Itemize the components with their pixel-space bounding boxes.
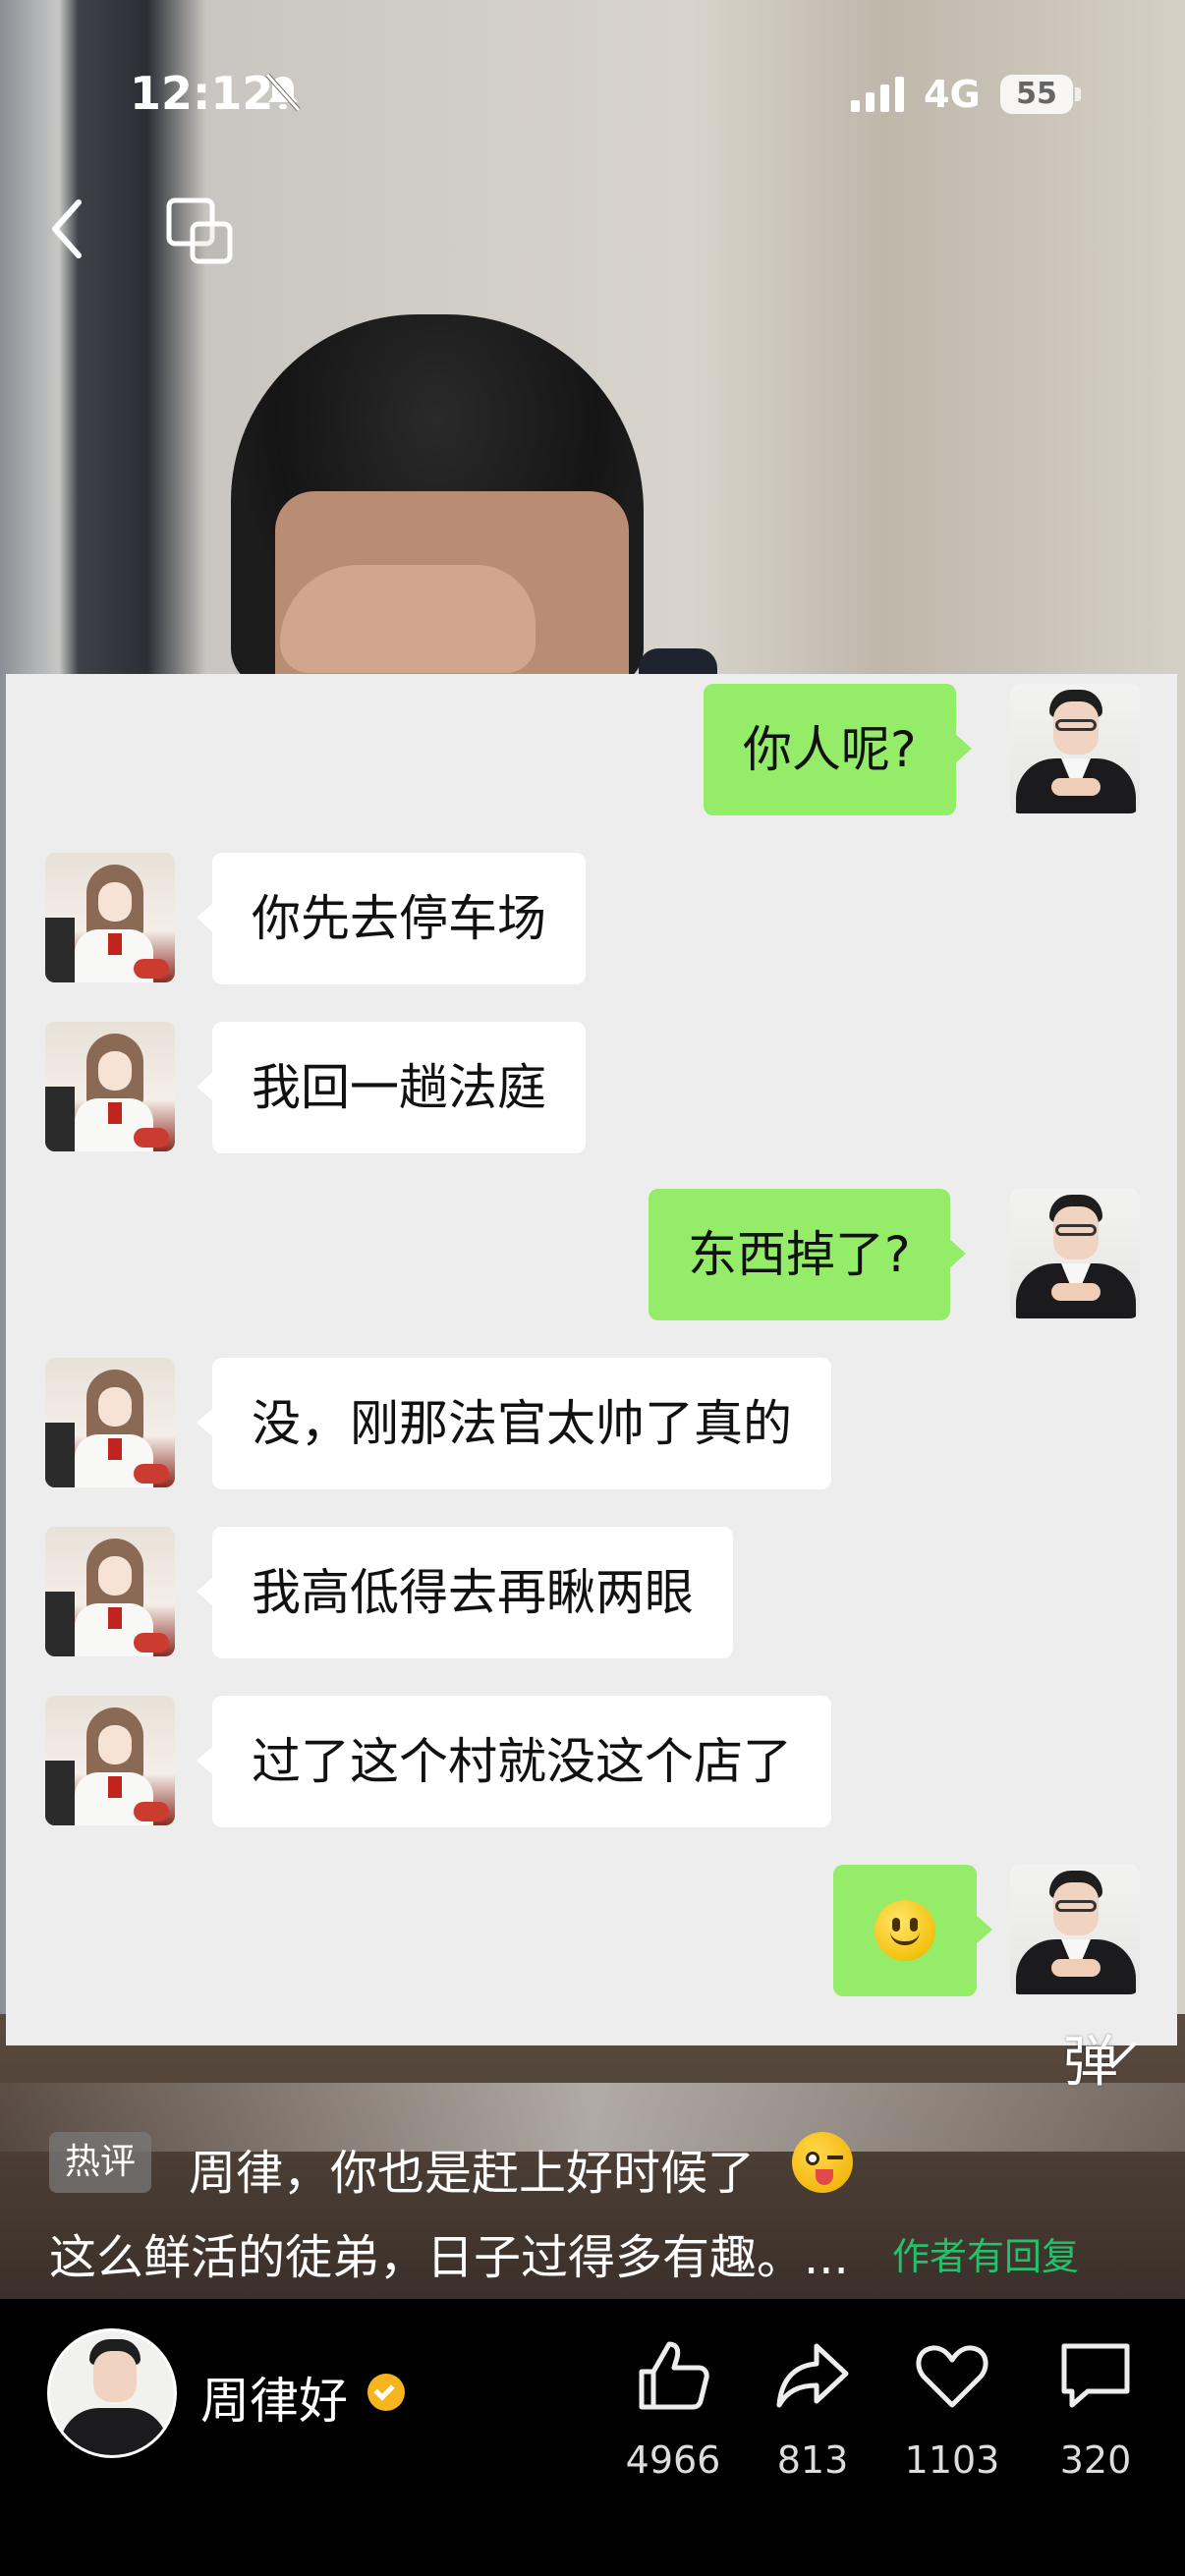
danmaku-label: 弹 bbox=[1063, 2031, 1118, 2095]
status-bar: 12:12 4G 55 bbox=[0, 59, 1185, 138]
receiver-avatar bbox=[45, 1696, 175, 1825]
comment-button[interactable]: 320 bbox=[1032, 2336, 1159, 2482]
status-time: 12:12 bbox=[130, 67, 274, 120]
network-type-label: 4G bbox=[924, 73, 981, 116]
receiver-avatar bbox=[45, 1022, 175, 1151]
signal-icon bbox=[851, 77, 904, 112]
sender-avatar bbox=[1010, 1189, 1140, 1318]
smiley-emoji-icon bbox=[875, 1899, 935, 1961]
chat-bubble-incoming: 没，刚那法官太帅了真的 bbox=[197, 1358, 831, 1489]
back-icon[interactable] bbox=[43, 195, 92, 263]
chat-bubble-outgoing: 东西掉了? bbox=[649, 1189, 966, 1320]
comment-count: 320 bbox=[1059, 2438, 1132, 2482]
author-name[interactable]: 周律好 bbox=[200, 2362, 348, 2433]
author-avatar[interactable] bbox=[47, 2328, 177, 2458]
hot-comment-text[interactable]: 周律，你也是赶上好时候了 bbox=[189, 2134, 755, 2203]
chat-bubble-outgoing bbox=[833, 1865, 992, 1996]
wink-tongue-emoji-icon bbox=[792, 2132, 853, 2193]
bottom-action-bar: 周律好 4966 813 1103 320 bbox=[0, 2299, 1185, 2576]
chat-screenshot-card: 你人呢? 你先去停车场 我回一趟法庭 东西掉了? 没，刚那法官太帅了真的 我高低… bbox=[6, 674, 1177, 2045]
floating-window-icon[interactable] bbox=[165, 196, 234, 265]
receiver-avatar bbox=[45, 1358, 175, 1487]
share-count: 813 bbox=[776, 2438, 849, 2482]
danmaku-toggle-button[interactable]: 弹 bbox=[1063, 2018, 1137, 2098]
battery-level: 55 bbox=[1016, 77, 1057, 111]
chat-bubble-incoming: 我高低得去再瞅两眼 bbox=[197, 1527, 733, 1658]
share-arrow-icon bbox=[776, 2343, 849, 2408]
like-button[interactable]: 4966 bbox=[609, 2336, 737, 2482]
receiver-avatar bbox=[45, 1527, 175, 1656]
battery-icon: 55 bbox=[1000, 75, 1081, 114]
verified-badge-icon bbox=[367, 2374, 405, 2411]
favorite-count: 1103 bbox=[904, 2438, 1000, 2482]
sender-avatar bbox=[1010, 1865, 1140, 1994]
hot-comment-badge: 热评 bbox=[49, 2132, 152, 2193]
chat-bubble-incoming: 你先去停车场 bbox=[197, 853, 586, 984]
chat-bubble-incoming: 过了这个村就没这个店了 bbox=[197, 1696, 831, 1827]
favorite-button[interactable]: 1103 bbox=[888, 2336, 1016, 2482]
hot-comment-text-line2[interactable]: 这么鲜活的徒弟，日子过得多有趣。... bbox=[49, 2218, 849, 2287]
thumbs-up-icon bbox=[639, 2341, 709, 2410]
comment-bubble-icon bbox=[1061, 2343, 1130, 2408]
bell-muted-icon bbox=[265, 73, 301, 112]
video-person-hand bbox=[280, 565, 536, 673]
heart-icon bbox=[916, 2345, 988, 2408]
like-count: 4966 bbox=[625, 2438, 721, 2482]
author-reply-link[interactable]: 作者有回复 bbox=[892, 2226, 1079, 2280]
chat-bubble-incoming: 我回一趟法庭 bbox=[197, 1022, 586, 1153]
share-button[interactable]: 813 bbox=[749, 2336, 876, 2482]
sender-avatar bbox=[1010, 684, 1140, 813]
chat-bubble-outgoing: 你人呢? bbox=[704, 684, 972, 815]
receiver-avatar bbox=[45, 853, 175, 982]
